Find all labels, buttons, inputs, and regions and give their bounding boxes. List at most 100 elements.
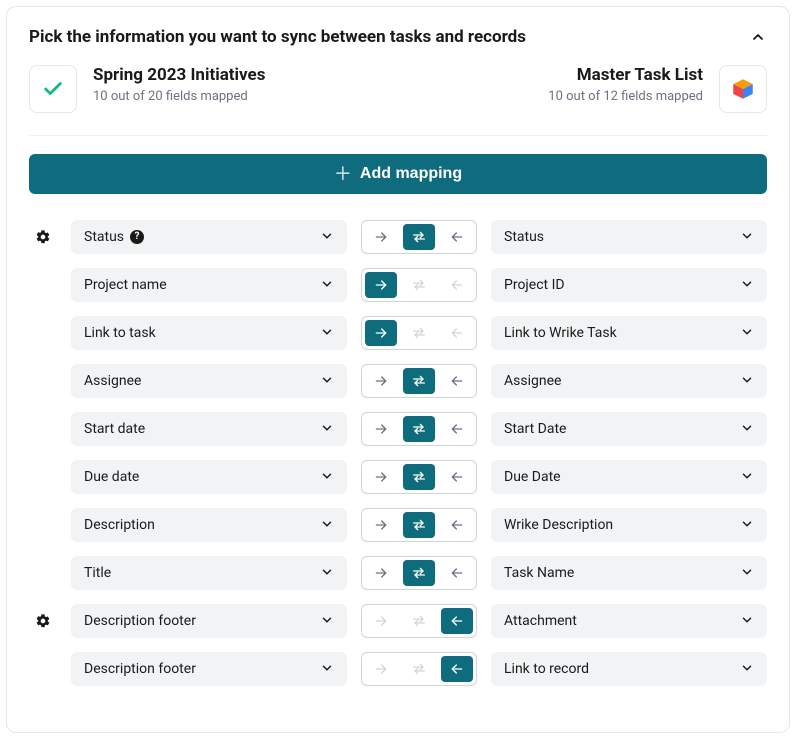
- panel-header: Pick the information you want to sync be…: [29, 27, 767, 47]
- right-field-label: Project ID: [504, 277, 565, 293]
- direction-left[interactable]: [441, 656, 473, 682]
- chevron-down-icon: [320, 228, 334, 247]
- direction-left[interactable]: [438, 317, 476, 349]
- right-field-select[interactable]: Status: [491, 220, 767, 254]
- direction-right[interactable]: [362, 653, 400, 685]
- direction-right[interactable]: [362, 461, 400, 493]
- direction-left[interactable]: [438, 557, 476, 589]
- direction-right[interactable]: [362, 413, 400, 445]
- direction-toggle[interactable]: [361, 508, 477, 542]
- left-field-select[interactable]: Start date: [71, 412, 347, 446]
- mapping-row: Assignee Assignee: [29, 364, 767, 398]
- add-mapping-label: Add mapping: [360, 165, 462, 183]
- direction-right[interactable]: [362, 221, 400, 253]
- direction-both[interactable]: [400, 605, 438, 637]
- left-field-select[interactable]: Due date: [71, 460, 347, 494]
- chevron-down-icon: [320, 276, 334, 295]
- left-field-label: Status?: [84, 229, 144, 245]
- direction-right[interactable]: [362, 509, 400, 541]
- mapping-row: Start date Start Date: [29, 412, 767, 446]
- direction-toggle[interactable]: [361, 412, 477, 446]
- right-field-label: Task Name: [504, 565, 574, 581]
- direction-left[interactable]: [438, 413, 476, 445]
- right-field-select[interactable]: Assignee: [491, 364, 767, 398]
- right-field-select[interactable]: Project ID: [491, 268, 767, 302]
- left-field-label: Link to task: [84, 325, 156, 341]
- left-field-select[interactable]: Assignee: [71, 364, 347, 398]
- chevron-down-icon: [740, 276, 754, 295]
- direction-both[interactable]: [403, 464, 435, 490]
- direction-both[interactable]: [403, 560, 435, 586]
- direction-right[interactable]: [365, 320, 397, 346]
- left-field-select[interactable]: Link to task: [71, 316, 347, 350]
- direction-left[interactable]: [441, 608, 473, 634]
- right-source-name: Master Task List: [548, 65, 703, 85]
- section-title: Pick the information you want to sync be…: [29, 27, 526, 47]
- help-icon[interactable]: ?: [130, 230, 144, 244]
- left-field-label: Project name: [84, 277, 167, 293]
- direction-both[interactable]: [400, 269, 438, 301]
- direction-toggle[interactable]: [361, 364, 477, 398]
- right-field-select[interactable]: Start Date: [491, 412, 767, 446]
- left-source-name: Spring 2023 Initiatives: [93, 65, 265, 85]
- collapse-toggle[interactable]: [749, 28, 767, 46]
- sync-fields-panel: Pick the information you want to sync be…: [6, 6, 790, 733]
- direction-both[interactable]: [403, 512, 435, 538]
- right-field-label: Due Date: [504, 469, 561, 485]
- right-field-select[interactable]: Task Name: [491, 556, 767, 590]
- direction-both[interactable]: [403, 368, 435, 394]
- direction-left[interactable]: [438, 461, 476, 493]
- mapping-row: Due date Due Date: [29, 460, 767, 494]
- left-field-select[interactable]: Project name: [71, 268, 347, 302]
- chevron-down-icon: [740, 372, 754, 391]
- right-field-label: Attachment: [504, 613, 577, 629]
- chevron-down-icon: [320, 324, 334, 343]
- chevron-down-icon: [740, 420, 754, 439]
- direction-both[interactable]: [403, 224, 435, 250]
- mapping-row: Description Wrike Description: [29, 508, 767, 542]
- direction-toggle[interactable]: [361, 604, 477, 638]
- direction-right[interactable]: [362, 605, 400, 637]
- direction-both[interactable]: [400, 317, 438, 349]
- left-field-label: Assignee: [84, 373, 141, 389]
- direction-toggle[interactable]: [361, 556, 477, 590]
- right-field-select[interactable]: Due Date: [491, 460, 767, 494]
- left-field-select[interactable]: Description footer: [71, 652, 347, 686]
- direction-right[interactable]: [362, 365, 400, 397]
- left-source-icon-box: [29, 65, 77, 113]
- left-field-select[interactable]: Status?: [71, 220, 347, 254]
- right-field-select[interactable]: Link to Wrike Task: [491, 316, 767, 350]
- left-field-select[interactable]: Title: [71, 556, 347, 590]
- chevron-down-icon: [740, 660, 754, 679]
- sources-row: Spring 2023 Initiatives 10 out of 20 fie…: [29, 65, 767, 113]
- right-field-select[interactable]: Link to record: [491, 652, 767, 686]
- left-field-select[interactable]: Description: [71, 508, 347, 542]
- chevron-down-icon: [740, 612, 754, 631]
- direction-left[interactable]: [438, 365, 476, 397]
- direction-right[interactable]: [365, 272, 397, 298]
- direction-toggle[interactable]: [361, 268, 477, 302]
- add-mapping-button[interactable]: ＋ Add mapping: [29, 154, 767, 194]
- chevron-down-icon: [740, 516, 754, 535]
- mapping-row: Description footer Link to record: [29, 652, 767, 686]
- left-field-label: Due date: [84, 469, 139, 485]
- direction-right[interactable]: [362, 557, 400, 589]
- direction-toggle[interactable]: [361, 316, 477, 350]
- row-settings-button[interactable]: [29, 613, 57, 629]
- check-icon: [42, 78, 64, 100]
- direction-left[interactable]: [438, 269, 476, 301]
- direction-left[interactable]: [438, 509, 476, 541]
- direction-toggle[interactable]: [361, 220, 477, 254]
- mapping-row: Project name Project ID: [29, 268, 767, 302]
- row-settings-button[interactable]: [29, 229, 57, 245]
- right-source-icon-box: [719, 65, 767, 113]
- right-field-select[interactable]: Wrike Description: [491, 508, 767, 542]
- direction-toggle[interactable]: [361, 652, 477, 686]
- direction-both[interactable]: [403, 416, 435, 442]
- right-field-label: Wrike Description: [504, 517, 613, 533]
- left-field-select[interactable]: Description footer: [71, 604, 347, 638]
- direction-left[interactable]: [438, 221, 476, 253]
- direction-both[interactable]: [400, 653, 438, 685]
- direction-toggle[interactable]: [361, 460, 477, 494]
- right-field-select[interactable]: Attachment: [491, 604, 767, 638]
